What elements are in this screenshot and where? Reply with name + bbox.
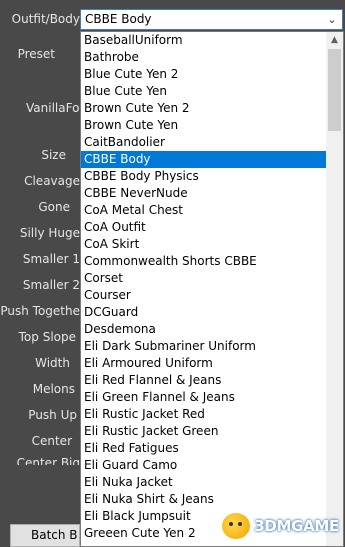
list-item[interactable]: Eli Armoured Uniform [81, 355, 327, 372]
list-item[interactable]: CBBE NeverNude [81, 185, 327, 202]
list-item[interactable]: Eli Rustic Jacket Red [81, 406, 327, 423]
outfit-body-label: Outfit/Body [11, 12, 80, 26]
slider-label-smaller-1: Smaller 1 [22, 252, 80, 266]
list-item[interactable]: Commonwealth Shorts CBBE [81, 253, 327, 270]
scroll-up-arrow-icon[interactable]: ▲ [326, 32, 343, 49]
batch-build-button[interactable]: Batch B [10, 524, 80, 547]
slider-label-smaller-2: Smaller 2 [22, 278, 80, 292]
preset-label: Preset [17, 47, 55, 61]
list-item[interactable]: Courser [81, 287, 327, 304]
list-item[interactable]: BaseballUniform [81, 32, 327, 49]
preset-value-label: VanillaFo4 [26, 101, 80, 115]
watermark: 3DMGAME [222, 511, 339, 541]
list-item[interactable]: Brown Cute Yen [81, 117, 327, 134]
list-item[interactable]: CoA Metal Chest [81, 202, 327, 219]
slider-label-width: Width [35, 356, 70, 370]
chevron-down-icon[interactable]: ⌄ [325, 10, 339, 29]
slider-label-center-big: Center Big [16, 456, 80, 465]
slider-label-silly-huge: Silly Huge [19, 226, 80, 240]
slider-label-top-slope: Top Slope [18, 330, 76, 344]
list-item[interactable]: Eli Nuka Shirt & Jeans [81, 491, 327, 508]
slider-label-center: Center [31, 434, 72, 448]
slider-label-melons: Melons [32, 382, 75, 396]
outfit-body-select[interactable]: CBBE Body ⌄ [80, 9, 343, 30]
watermark-mascot-icon [222, 513, 251, 539]
list-item[interactable]: Eli Green Flannel & Jeans [81, 389, 327, 406]
list-item[interactable]: Corset [81, 270, 327, 287]
list-item[interactable]: Eli Nuka Jacket [81, 474, 327, 491]
list-item[interactable]: Eli Dark Submariner Uniform [81, 338, 327, 355]
slider-label-size: Size [41, 148, 66, 162]
list-item[interactable]: CoA Outfit [81, 219, 327, 236]
list-item[interactable]: Eli Red Flannel & Jeans [81, 372, 327, 389]
slider-label-push-together: Push Togethe [0, 304, 80, 318]
slider-label-cleavage: Cleavage [24, 174, 80, 188]
list-item[interactable]: DCGuard [81, 304, 327, 321]
list-item[interactable]: Blue Cute Yen [81, 83, 327, 100]
outfit-dropdown-list[interactable]: BaseballUniform Bathrobe Blue Cute Yen 2… [80, 31, 344, 547]
watermark-text: 3DMGAME [254, 517, 339, 535]
slider-label-gone: Gone [38, 200, 70, 214]
list-item[interactable]: Eli Rustic Jacket Green [81, 423, 327, 440]
list-item[interactable]: Desdemona [81, 321, 327, 338]
list-item[interactable]: CoA Skirt [81, 236, 327, 253]
list-item[interactable]: Blue Cute Yen 2 [81, 66, 327, 83]
list-item[interactable]: Eli Guard Camo [81, 457, 327, 474]
outfit-options: BaseballUniform Bathrobe Blue Cute Yen 2… [81, 32, 327, 542]
list-item[interactable]: CBBE Body Physics [81, 168, 327, 185]
list-item-selected[interactable]: CBBE Body [81, 151, 327, 168]
outfit-selected-value: CBBE Body [85, 12, 152, 26]
list-item[interactable]: Bathrobe [81, 49, 327, 66]
slider-label-push-up: Push Up [28, 408, 77, 422]
dropdown-scrollbar[interactable]: ▲ [326, 32, 343, 546]
list-item[interactable]: CaitBandolier [81, 134, 327, 151]
list-item[interactable]: Brown Cute Yen 2 [81, 100, 327, 117]
scrollbar-thumb[interactable] [328, 49, 341, 131]
list-item[interactable]: Eli Red Fatigues [81, 440, 327, 457]
